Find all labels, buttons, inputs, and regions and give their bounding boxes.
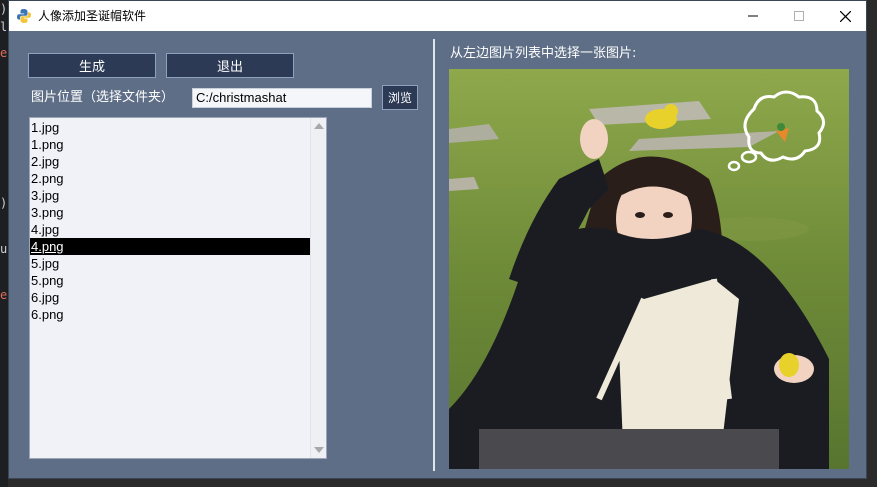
title-bar: 人像添加圣诞帽软件 — [9, 1, 866, 31]
exit-button[interactable]: 退出 — [166, 53, 294, 78]
list-item[interactable]: 3.jpg — [30, 187, 311, 204]
image-file-listbox[interactable]: 1.jpg 1.png 2.jpg 2.png 3.jpg 3.png 4.jpg 4.png… — [29, 117, 327, 459]
scroll-down-arrow-icon[interactable] — [314, 447, 324, 453]
background-editor-edge: ) l e ) u e — [0, 0, 8, 487]
list-scrollbar[interactable] — [310, 118, 326, 458]
browse-button[interactable]: 浏览 — [382, 85, 418, 110]
list-item[interactable]: 3.png — [30, 204, 311, 221]
list-item[interactable]: 2.jpg — [30, 153, 311, 170]
panel-divider — [433, 39, 435, 471]
select-image-prompt: 从左边图片列表中选择一张图片: — [450, 46, 637, 61]
list-item[interactable]: 5.png — [30, 272, 311, 289]
window-title: 人像添加圣诞帽软件 — [38, 9, 147, 23]
list-item[interactable]: 1.png — [30, 136, 311, 153]
generate-button[interactable]: 生成 — [28, 53, 156, 78]
list-item[interactable]: 6.png — [30, 306, 311, 323]
list-item[interactable]: 6.jpg — [30, 289, 311, 306]
photo-preview — [449, 69, 849, 469]
list-item[interactable]: 4.png — [30, 238, 311, 255]
python-app-icon — [17, 9, 31, 23]
close-icon — [839, 10, 851, 22]
list-item[interactable]: 1.jpg — [30, 119, 311, 136]
list-item[interactable]: 5.jpg — [30, 255, 311, 272]
folder-path-input[interactable]: C:/christmashat — [192, 88, 372, 108]
minimize-icon — [748, 15, 758, 17]
scroll-up-arrow-icon[interactable] — [314, 123, 324, 129]
image-location-label: 图片位置（选择文件夹） — [31, 90, 175, 105]
app-window: 人像添加圣诞帽软件 生成 退出 图片位置（选择文件夹） C:/christmas… — [8, 0, 867, 479]
close-button[interactable] — [822, 1, 868, 31]
maximize-icon — [794, 11, 804, 21]
list-item[interactable]: 2.png — [30, 170, 311, 187]
list-item[interactable]: 4.jpg — [30, 221, 311, 238]
file-list: 1.jpg 1.png 2.jpg 2.png 3.jpg 3.png 4.jpg 4.png… — [30, 119, 311, 323]
maximize-button[interactable] — [776, 1, 822, 31]
minimize-button[interactable] — [730, 1, 776, 31]
